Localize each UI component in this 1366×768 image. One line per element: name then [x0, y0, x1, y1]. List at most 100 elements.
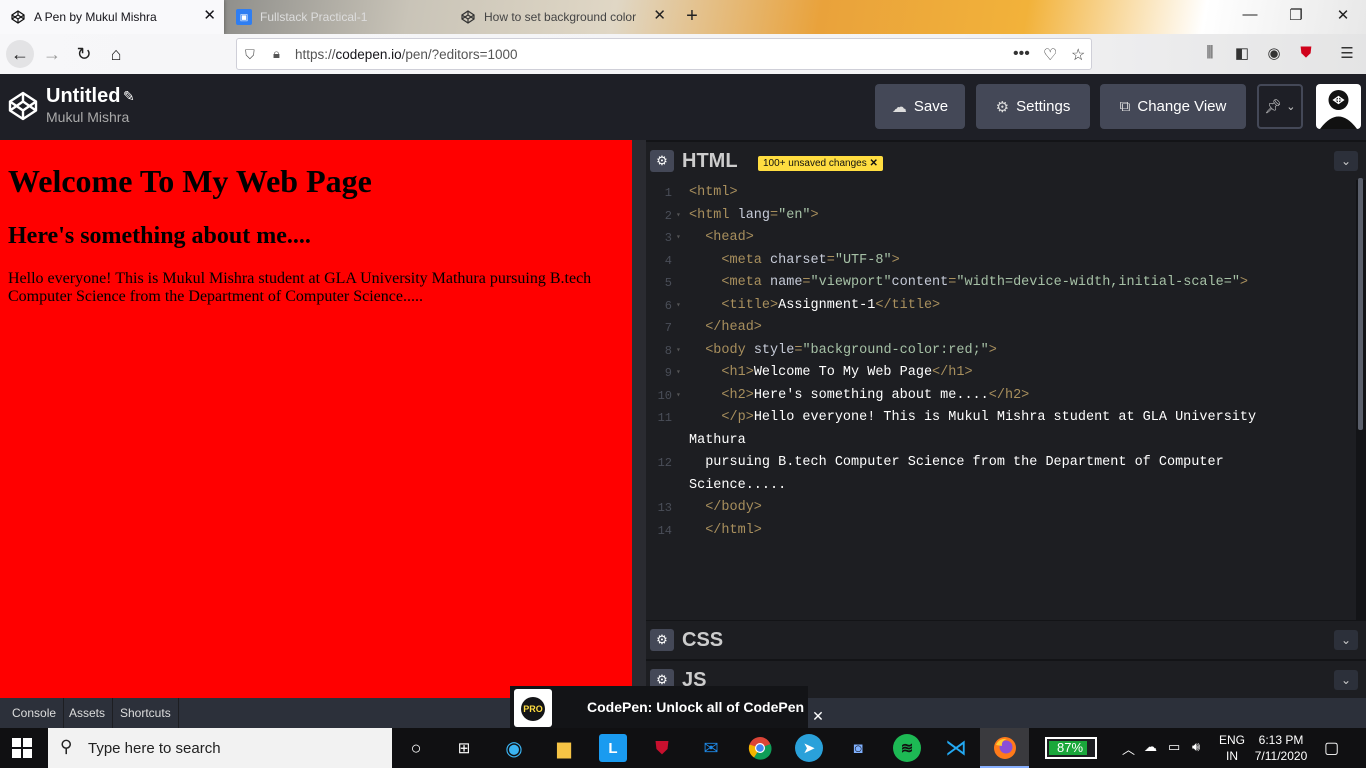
code-line[interactable]: 10 ▾ <h2>Here's something about me....</h… [646, 385, 1356, 407]
code-line[interactable]: 12 pursuing B.tech Computer Science from… [646, 452, 1356, 474]
extension-icon[interactable]: ⛊ [1295, 44, 1317, 61]
edge-icon[interactable]: ◉ [500, 734, 528, 762]
taskbar-search-input[interactable]: ⚲ Type here to search [48, 728, 392, 768]
fold-arrow-icon[interactable]: ▾ [676, 295, 681, 317]
html-panel-header[interactable]: ⚙ HTML 100+ unsaved changes ✕ ⌄ [646, 142, 1366, 180]
volume-icon[interactable]: 🔊︎ [1192, 739, 1200, 755]
fold-arrow-icon[interactable]: ▾ [676, 205, 681, 227]
tab-fullstack[interactable]: ▣ Fullstack Practical-1 [226, 0, 448, 34]
editor-scrollbar[interactable] [1358, 178, 1363, 430]
l-app-icon[interactable]: L [599, 734, 627, 762]
line-number: 11 [657, 411, 672, 425]
unsaved-changes-badge[interactable]: 100+ unsaved changes ✕ [758, 156, 883, 171]
code-line[interactable]: 8 ▾ <body style="background-color:red;"> [646, 340, 1356, 362]
code-line[interactable]: Science..... [646, 475, 1356, 497]
clock[interactable]: 6:13 PM 7/11/2020 [1254, 732, 1308, 764]
pro-promo-banner[interactable]: PRO CodePen: Unlock all of CodePen [510, 686, 808, 728]
code-line[interactable]: 11 </p>Hello everyone! This is Mukul Mis… [646, 407, 1356, 429]
settings-button[interactable]: ⚙ Settings [976, 84, 1090, 129]
gear-icon[interactable]: ⚙ [650, 150, 674, 172]
windows-start-icon[interactable] [12, 738, 32, 758]
onedrive-icon[interactable]: ☁ [1144, 739, 1157, 755]
close-icon[interactable]: ✕ [808, 704, 828, 728]
code-line[interactable]: 6 ▾ <title>Assignment-1</title> [646, 295, 1356, 317]
chevron-up-icon[interactable]: ︿ [1122, 739, 1135, 758]
chrome-icon[interactable] [746, 734, 774, 762]
codepen-logo-icon[interactable] [8, 91, 38, 121]
spotify-icon[interactable]: ≋ [893, 734, 921, 762]
code-line[interactable]: 1 <html> [646, 182, 1356, 204]
search-placeholder: Type here to search [88, 740, 221, 757]
close-icon[interactable]: ✕ [869, 158, 877, 169]
bookmark-star-icon[interactable]: ☆ [1071, 45, 1085, 65]
fold-arrow-icon[interactable]: ▾ [676, 362, 681, 384]
cortana-icon[interactable]: ○ [402, 734, 430, 762]
pin-button[interactable]: 📌︎ ⌄ [1257, 84, 1303, 129]
sidebar-icon[interactable]: ◧ [1231, 44, 1253, 62]
url-bar[interactable]: ⛉ 🔒︎ https://codepen.io/pen/?editors=100… [236, 38, 1092, 70]
page-actions-icon[interactable]: ••• [1013, 45, 1030, 63]
code-line[interactable]: 7 </head> [646, 317, 1356, 339]
camera-app-icon[interactable]: ◙ [844, 734, 872, 762]
code-line[interactable]: 5 <meta name="viewport"content="width=de… [646, 272, 1356, 294]
fold-arrow-icon[interactable]: ▾ [676, 340, 681, 362]
css-panel-header[interactable]: ⚙ CSS ⌄ [646, 621, 1366, 659]
forward-icon[interactable]: → [38, 40, 66, 68]
assets-button[interactable]: Assets [62, 698, 114, 728]
file-explorer-icon[interactable]: ▆ [550, 734, 578, 762]
code-line[interactable]: Mathura [646, 430, 1356, 452]
code-line[interactable]: 14 </html> [646, 520, 1356, 542]
battery-icon[interactable]: ▭ [1168, 739, 1180, 755]
new-tab-button[interactable]: + [680, 5, 704, 28]
line-number: 10 [657, 388, 672, 403]
vscode-icon[interactable]: ⋊ [942, 734, 970, 762]
chevron-down-icon[interactable]: ⌄ [1334, 151, 1358, 171]
chevron-down-icon[interactable]: ⌄ [1334, 670, 1358, 690]
chevron-down-icon[interactable]: ⌄ [1334, 630, 1358, 650]
notification-icon[interactable]: ▢ [1324, 738, 1339, 758]
home-icon[interactable]: ⌂ [102, 40, 130, 68]
pen-title[interactable]: Untitled [46, 85, 120, 108]
shortcuts-button[interactable]: Shortcuts [113, 698, 179, 728]
tab-codepen-pen[interactable]: A Pen by Mukul Mishra ✕ [0, 0, 224, 34]
html-code-editor[interactable]: 1 <html> 2 ▾ <html lang="en"> 3 ▾ <head> 4 <met… [646, 178, 1356, 620]
mcafee-icon[interactable]: ⛊ [648, 734, 676, 762]
pane-resizer[interactable] [632, 140, 646, 698]
url-text[interactable]: https://codepen.io/pen/?editors=1000 [295, 47, 518, 62]
battery-indicator[interactable]: 87% [1045, 737, 1097, 759]
code-line[interactable]: 2 ▾ <html lang="en"> [646, 205, 1356, 227]
preview-pane[interactable]: Welcome To My Web Page Here's something … [0, 140, 632, 698]
avatar[interactable] [1316, 84, 1361, 129]
library-icon[interactable]: ⫼ [1199, 44, 1221, 61]
close-window-icon[interactable]: ✕ [1333, 6, 1353, 24]
fold-arrow-icon[interactable]: ▾ [676, 227, 681, 249]
language-indicator[interactable]: ENG IN [1219, 732, 1245, 764]
console-button[interactable]: Console [5, 698, 65, 728]
tab-background-color[interactable]: How to set background color ✕ [450, 0, 674, 34]
lock-icon[interactable]: 🔒︎ [273, 46, 280, 62]
shield-icon[interactable]: ⛉ [245, 47, 255, 63]
edit-pencil-icon[interactable]: ✎ [123, 88, 135, 105]
reload-icon[interactable]: ↻ [70, 40, 98, 68]
code-line[interactable]: 4 <meta charset="UTF-8"> [646, 250, 1356, 272]
save-button[interactable]: ☁ Save [875, 84, 965, 129]
account-icon[interactable]: ◉ [1263, 44, 1285, 62]
mail-icon[interactable]: ✉ [697, 734, 725, 762]
pen-author[interactable]: Mukul Mishra [46, 109, 129, 125]
pocket-icon[interactable]: ♡ [1043, 45, 1057, 65]
back-icon[interactable]: ← [6, 40, 34, 68]
firefox-icon[interactable] [991, 734, 1019, 762]
telegram-icon[interactable]: ➤ [795, 734, 823, 762]
code-line[interactable]: 3 ▾ <head> [646, 227, 1356, 249]
minimize-icon[interactable]: — [1240, 6, 1260, 23]
code-line[interactable]: 13 </body> [646, 497, 1356, 519]
code-line[interactable]: 9 ▾ <h1>Welcome To My Web Page</h1> [646, 362, 1356, 384]
task-view-icon[interactable]: ⊞ [450, 734, 478, 762]
gear-icon[interactable]: ⚙ [650, 629, 674, 651]
close-tab-icon[interactable]: ✕ [653, 8, 666, 24]
close-tab-icon[interactable]: ✕ [203, 8, 216, 24]
menu-icon[interactable]: ☰ [1336, 44, 1358, 62]
restore-icon[interactable]: ❐ [1286, 6, 1306, 24]
change-view-button[interactable]: ⧉ Change View [1100, 84, 1246, 129]
fold-arrow-icon[interactable]: ▾ [676, 385, 681, 407]
